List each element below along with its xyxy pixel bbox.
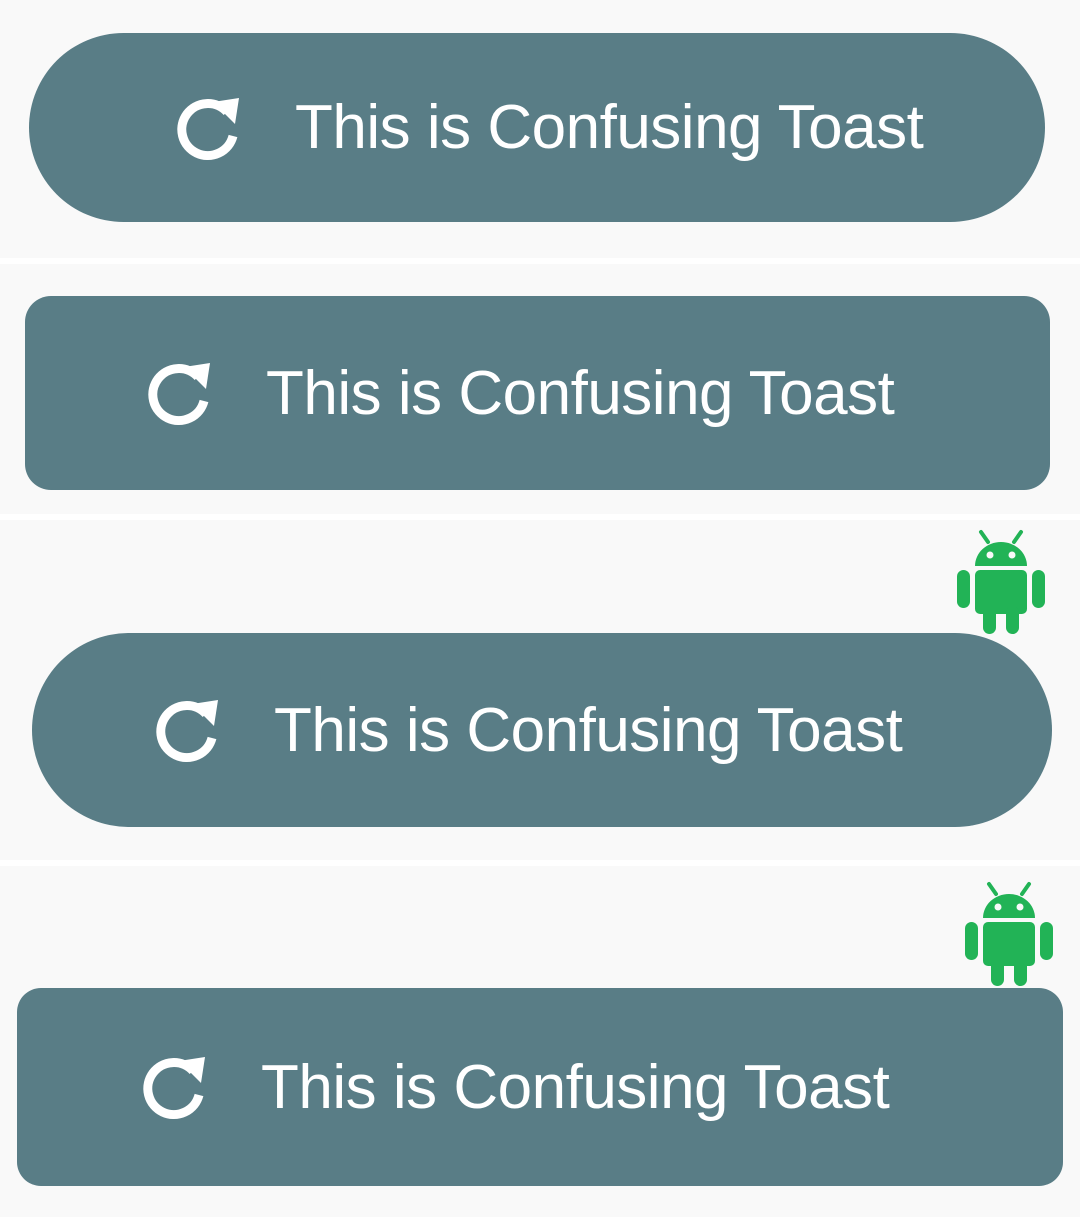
refresh-icon (140, 353, 220, 433)
confusing-toast-pill[interactable]: This is Confusing Toast (29, 33, 1045, 222)
android-icon (963, 880, 1055, 988)
toast-message: This is Confusing Toast (266, 358, 895, 428)
refresh-icon (148, 690, 228, 770)
refresh-icon (169, 88, 249, 168)
confusing-toast-rounded[interactable]: This is Confusing Toast (25, 296, 1050, 490)
confusing-toast-rounded-android[interactable]: This is Confusing Toast (17, 988, 1063, 1186)
android-icon (955, 528, 1047, 636)
toast-panel-2: This is Confusing Toast (0, 264, 1080, 514)
toast-panel-1: This is Confusing Toast (0, 0, 1080, 258)
toast-message: This is Confusing Toast (274, 695, 903, 765)
toast-panel-3: This is Confusing Toast (0, 520, 1080, 860)
toast-message: This is Confusing Toast (295, 93, 924, 162)
toast-message: This is Confusing Toast (261, 1052, 890, 1122)
toast-panel-4: This is Confusing Toast (0, 866, 1080, 1217)
refresh-icon (135, 1047, 215, 1127)
confusing-toast-pill-android[interactable]: This is Confusing Toast (32, 633, 1052, 827)
